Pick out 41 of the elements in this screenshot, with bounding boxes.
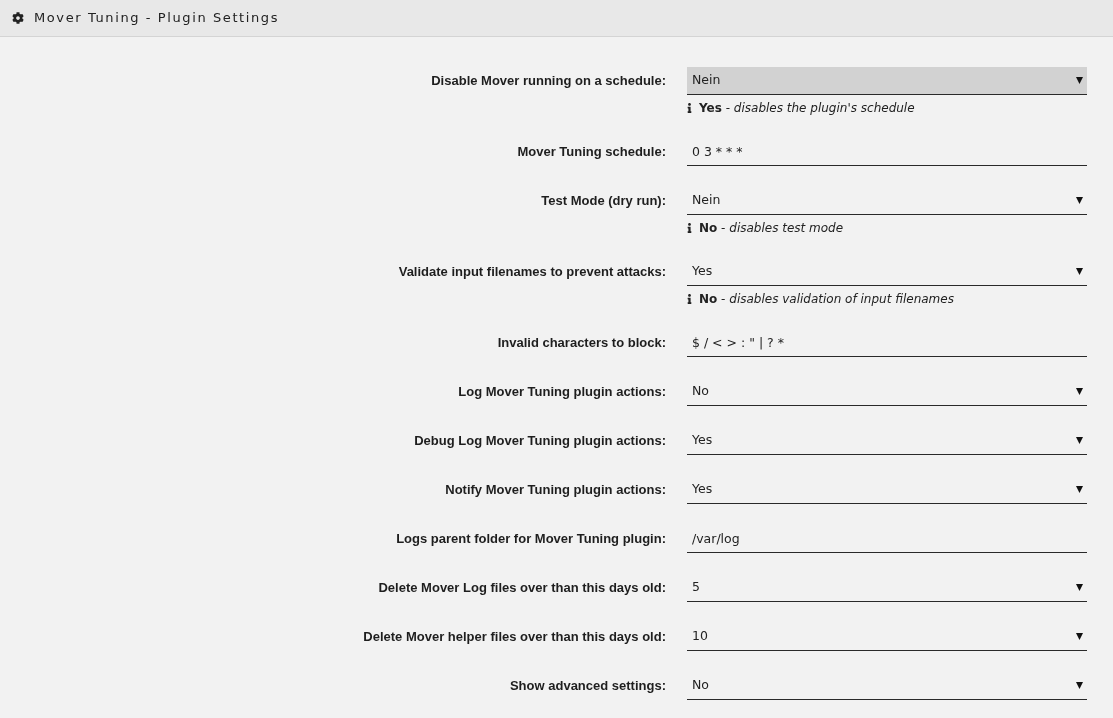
setting-label: Invalid characters to block: [497,334,666,353]
setting-label: Delete Mover helper files over than this days old: [363,628,666,647]
dropdown[interactable]: No [687,378,1087,406]
setting-label: Debug Log Mover Tuning plugin actions: [414,432,666,451]
caret-icon [1076,437,1083,444]
panel-title: Mover Tuning - Plugin Settings [34,9,280,28]
setting-label: Logs parent folder for Mover Tuning plugin: [396,530,666,549]
caret-icon [1076,268,1083,275]
dropdown[interactable]: Yes [687,258,1087,286]
help-text: Yes - disables the plugin's schedule [699,100,915,117]
help-text: No - disables validation of input filenames [699,291,954,308]
setting-label: Test Mode (dry run): [541,192,666,211]
text-input[interactable]: 0 3 * * * [687,138,1087,166]
caret-icon [1076,77,1083,84]
help-text: No - disables test mode [699,220,844,237]
dropdown[interactable]: Nein [687,67,1087,95]
setting-label: Log Mover Tuning plugin actions: [458,383,666,402]
dropdown[interactable]: Yes [687,427,1087,455]
gear-icon [12,12,24,24]
caret-icon [1076,197,1083,204]
setting-label: Mover Tuning schedule: [517,143,666,162]
setting-label: Disable Mover running on a schedule: [431,72,666,91]
info-icon [687,294,692,304]
setting-label: Validate input filenames to prevent attacks: [398,263,666,282]
caret-icon [1076,682,1083,689]
info-icon [687,103,692,113]
caret-icon [1076,388,1083,395]
setting-label: Notify Mover Tuning plugin actions: [445,481,666,500]
caret-icon [1076,486,1083,493]
dropdown[interactable]: Nein [687,187,1087,215]
dropdown[interactable]: 10 [687,623,1087,651]
info-icon [687,223,692,233]
caret-icon [1076,584,1083,591]
text-input[interactable]: $ / < > : " | ? * [687,329,1087,357]
setting-label: Delete Mover Log files over than this days old: [378,579,666,598]
setting-label: Show advanced settings: [509,677,666,696]
caret-icon [1076,633,1083,640]
dropdown[interactable]: Yes [687,476,1087,504]
dropdown[interactable]: No [687,672,1087,700]
dropdown[interactable]: 5 [687,574,1087,602]
text-input[interactable]: /var/log [687,525,1087,553]
